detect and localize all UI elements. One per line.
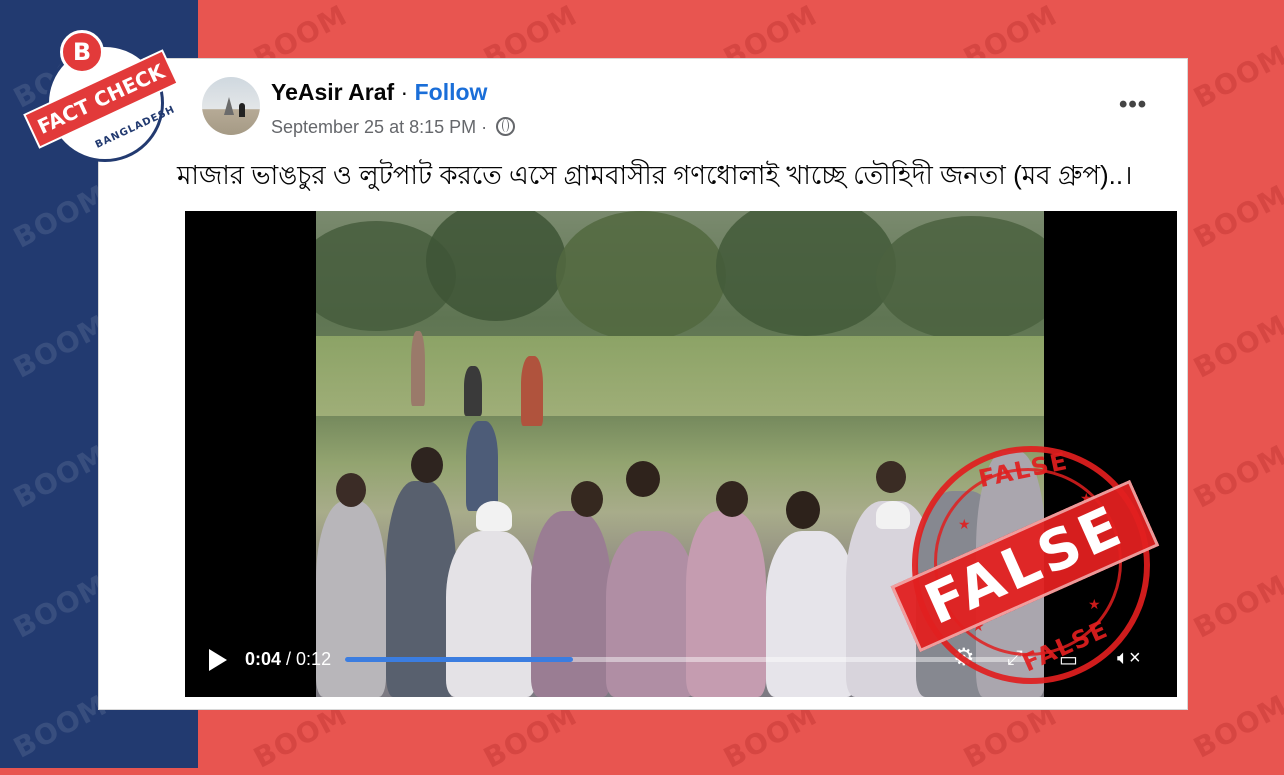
author-avatar[interactable] bbox=[202, 77, 260, 135]
meta-separator: · bbox=[476, 117, 493, 137]
video-person bbox=[466, 421, 498, 511]
star-icon: ★ bbox=[958, 516, 971, 532]
video-head bbox=[571, 481, 603, 517]
video-head bbox=[876, 461, 906, 493]
video-cap bbox=[476, 501, 512, 531]
time-separator: / bbox=[281, 649, 297, 669]
video-person bbox=[464, 366, 482, 416]
author-line: YeAsir Araf · Follow bbox=[271, 79, 487, 106]
video-head bbox=[336, 473, 366, 507]
boom-watermark: BOOM bbox=[1188, 688, 1284, 765]
video-tree bbox=[556, 211, 726, 341]
video-tree bbox=[876, 216, 1044, 341]
video-field bbox=[316, 336, 1044, 416]
video-person bbox=[531, 511, 611, 697]
video-person bbox=[411, 331, 425, 406]
boom-watermark: BOOM bbox=[1188, 38, 1284, 115]
video-person bbox=[446, 531, 536, 697]
boom-watermark: BOOM bbox=[1188, 308, 1284, 385]
video-time: 0:04 / 0:12 bbox=[245, 649, 331, 670]
more-options-icon[interactable]: ••• bbox=[1119, 91, 1147, 119]
video-head bbox=[786, 491, 820, 529]
author-separator: · bbox=[394, 79, 415, 105]
globe-icon bbox=[496, 117, 516, 136]
boom-watermark: BOOM bbox=[1188, 438, 1284, 515]
video-head bbox=[716, 481, 748, 517]
avatar-person-shape bbox=[239, 103, 245, 117]
false-stamp: FALSE FALSE ★ ★ ★ ★ FALSE bbox=[890, 446, 1160, 686]
follow-button[interactable]: Follow bbox=[415, 79, 488, 105]
video-tree bbox=[716, 211, 896, 336]
video-tree bbox=[426, 211, 566, 321]
boom-watermark: BOOM bbox=[1188, 568, 1284, 645]
current-time: 0:04 bbox=[245, 649, 282, 669]
play-icon[interactable] bbox=[209, 649, 227, 671]
duration: 0:12 bbox=[296, 649, 332, 669]
boom-b-icon: B bbox=[60, 30, 104, 74]
boom-watermark: BOOM bbox=[1188, 178, 1284, 255]
video-head bbox=[626, 461, 660, 497]
video-cap bbox=[876, 501, 910, 529]
star-icon: ★ bbox=[1088, 596, 1101, 612]
video-person bbox=[766, 531, 856, 697]
post-text: মাজার ভাঙচুর ও লুটপাট করতে এসে গ্রামবাসী… bbox=[177, 160, 1133, 190]
video-person bbox=[521, 356, 543, 426]
video-head bbox=[411, 447, 443, 483]
author-name[interactable]: YeAsir Araf bbox=[271, 79, 394, 105]
video-person bbox=[606, 531, 696, 697]
post-timestamp[interactable]: September 25 at 8:15 PM bbox=[271, 117, 476, 137]
video-person bbox=[686, 511, 766, 697]
progress-fill bbox=[345, 657, 573, 662]
post-meta: September 25 at 8:15 PM · bbox=[271, 117, 516, 138]
avatar-tower-shape bbox=[224, 97, 234, 115]
boom-fact-check-logo: B FACT CHECK BANGLADESH bbox=[25, 30, 177, 162]
